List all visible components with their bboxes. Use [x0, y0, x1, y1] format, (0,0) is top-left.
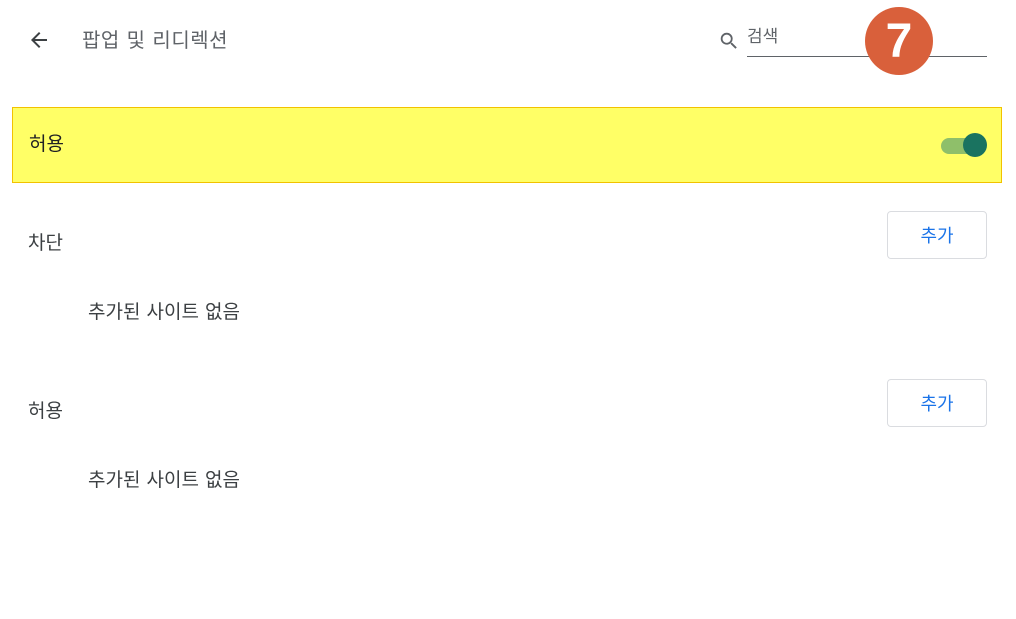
search-icon[interactable]: [718, 30, 740, 52]
add-allow-site-button[interactable]: 추가: [887, 379, 987, 427]
popups-allowed-toggle[interactable]: [941, 132, 989, 158]
step-number-badge: 7: [865, 7, 933, 75]
back-button[interactable]: [24, 26, 54, 54]
popups-allowed-row[interactable]: 허용: [12, 107, 1002, 183]
settings-page: 팝업 및 리디렉션 7 허용 차단 추가 추가된 사이트 없음 허용 추가 추가…: [0, 0, 1016, 619]
allow-empty-message: 추가된 사이트 없음: [88, 469, 240, 491]
search-box: [716, 22, 987, 59]
allow-section-label: 허용: [28, 400, 63, 422]
toggle-knob: [963, 133, 987, 157]
add-block-site-button[interactable]: 추가: [887, 211, 987, 259]
arrow-back-icon: [31, 32, 47, 48]
page-title: 팝업 및 리디렉션: [82, 28, 229, 52]
block-empty-message: 추가된 사이트 없음: [88, 301, 240, 323]
popups-allowed-label: 허용: [29, 133, 64, 155]
block-section-label: 차단: [28, 232, 63, 254]
